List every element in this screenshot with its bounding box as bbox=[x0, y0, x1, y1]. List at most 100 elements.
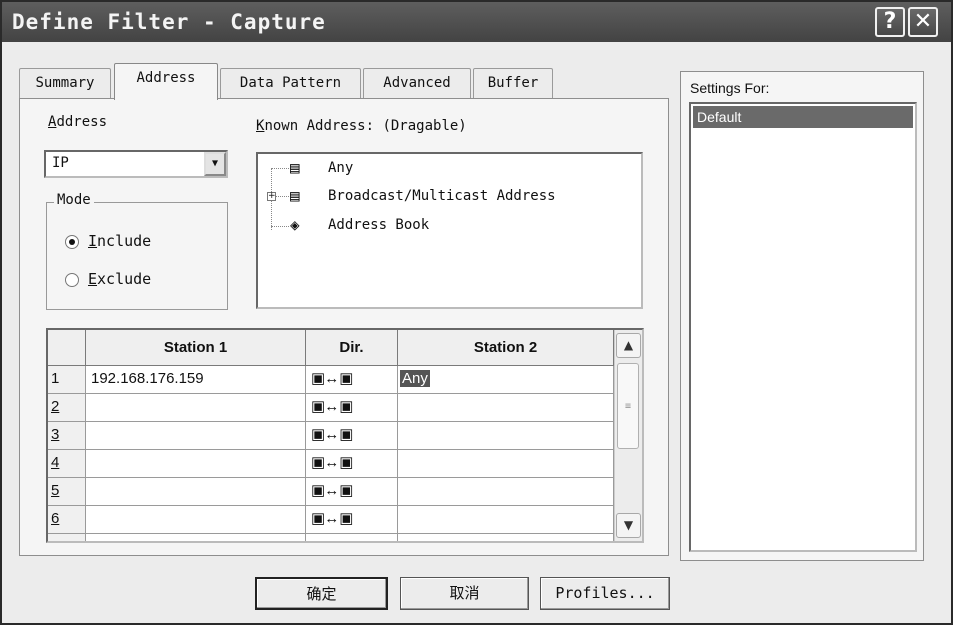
exclude-mnemonic: E bbox=[88, 270, 98, 288]
chevron-down-icon[interactable]: ▼ bbox=[204, 152, 226, 176]
help-button[interactable]: ? bbox=[875, 7, 905, 37]
define-filter-window: Define Filter - Capture ? ✕ Summary Addr… bbox=[0, 0, 953, 625]
tab-advanced-label: Advanced bbox=[383, 75, 451, 91]
station1-header[interactable]: Station 1 bbox=[86, 330, 306, 366]
station1-cell[interactable] bbox=[86, 534, 306, 541]
direction-cell[interactable]: ▣↔▣ bbox=[306, 478, 398, 506]
table-row[interactable]: 5 ▣↔▣ bbox=[48, 478, 614, 506]
station2-header[interactable]: Station 2 bbox=[398, 330, 614, 366]
row-number-text: 1 bbox=[51, 370, 60, 387]
include-radio-label[interactable]: Include bbox=[88, 232, 151, 250]
station2-cell[interactable] bbox=[398, 422, 614, 450]
grid-vertical-scrollbar[interactable]: ▲ ≡ ▼ bbox=[614, 330, 642, 541]
row-number: 1 bbox=[48, 366, 86, 394]
station2-cell[interactable] bbox=[398, 450, 614, 478]
station1-cell[interactable]: 192.168.176.159 bbox=[86, 366, 306, 394]
station-grid[interactable]: Station 1 Dir. Station 2 1 192.168.176.1… bbox=[46, 328, 644, 543]
direction-arrow: ↔ bbox=[324, 454, 340, 471]
address-label: Address bbox=[48, 114, 107, 130]
direction-arrow: ↔ bbox=[324, 510, 340, 527]
row-number-text: 4 bbox=[51, 454, 60, 471]
settings-item-default[interactable]: Default bbox=[693, 106, 913, 128]
direction-cell[interactable]: ▣↔▣ bbox=[306, 366, 398, 394]
exclude-radio[interactable] bbox=[65, 273, 79, 287]
exclude-radio-label[interactable]: Exclude bbox=[88, 270, 151, 288]
settings-for-list[interactable]: Default bbox=[689, 102, 917, 552]
close-button[interactable]: ✕ bbox=[908, 7, 938, 37]
mode-group-title: Mode bbox=[54, 192, 94, 208]
tree-item-any[interactable]: Any bbox=[328, 160, 353, 176]
tab-buffer-label: Buffer bbox=[487, 75, 539, 91]
direction-cell[interactable]: ▣↔▣ bbox=[306, 422, 398, 450]
title-bar[interactable]: Define Filter - Capture ? ✕ bbox=[2, 2, 951, 42]
cancel-button[interactable]: 取消 bbox=[400, 577, 529, 610]
tree-item-address-book[interactable]: Address Book bbox=[328, 217, 429, 233]
direction-cell[interactable]: ▣↔▣ bbox=[306, 506, 398, 534]
scroll-up-icon[interactable]: ▲ bbox=[616, 333, 641, 358]
address-type-select[interactable]: IP ▼ bbox=[44, 150, 228, 178]
include-radio[interactable] bbox=[65, 235, 79, 249]
computer-icon: ▣ bbox=[311, 426, 325, 443]
tree-line bbox=[271, 168, 289, 169]
table-row[interactable]: 2 ▣↔▣ bbox=[48, 394, 614, 422]
station1-cell[interactable] bbox=[86, 394, 306, 422]
tab-address-label: Address bbox=[136, 70, 196, 86]
tab-data-pattern-label: Data Pattern bbox=[239, 75, 342, 91]
tab-address[interactable]: Address bbox=[114, 63, 218, 100]
tab-summary[interactable]: Summary bbox=[19, 68, 111, 99]
tab-advanced[interactable]: Advanced bbox=[363, 68, 471, 99]
station2-cell[interactable] bbox=[398, 506, 614, 534]
network-station-icon: ▤ bbox=[290, 186, 300, 205]
table-row[interactable]: 6 ▣↔▣ bbox=[48, 506, 614, 534]
row-number: 6 bbox=[48, 506, 86, 534]
include-label-rest: nclude bbox=[97, 232, 152, 250]
station1-cell[interactable] bbox=[86, 422, 306, 450]
include-mnemonic: I bbox=[88, 232, 98, 250]
settings-for-label: Settings For: bbox=[690, 80, 770, 96]
station2-cell[interactable] bbox=[398, 478, 614, 506]
address-book-icon: ◈ bbox=[290, 215, 300, 234]
tree-item-broadcast-multicast[interactable]: Broadcast/Multicast Address bbox=[328, 188, 556, 204]
profiles-button[interactable]: Profiles... bbox=[540, 577, 670, 610]
direction-cell[interactable]: ▣↔▣ bbox=[306, 450, 398, 478]
tab-buffer[interactable]: Buffer bbox=[473, 68, 553, 99]
computer-icon: ▣ bbox=[311, 538, 325, 541]
computer-icon: ▣ bbox=[339, 538, 353, 541]
grid-corner-header bbox=[48, 330, 86, 366]
known-address-label: Known Address: (Dragable) bbox=[256, 118, 467, 134]
computer-icon: ▣ bbox=[339, 482, 353, 499]
tab-summary-label: Summary bbox=[35, 75, 95, 91]
known-address-tree[interactable]: + ▤ Any ▤ Broadcast/Multicast Address ◈ … bbox=[256, 152, 643, 309]
direction-arrow: ↔ bbox=[324, 426, 340, 443]
scroll-down-icon[interactable]: ▼ bbox=[616, 513, 641, 538]
direction-cell[interactable]: ▣↔▣ bbox=[306, 394, 398, 422]
direction-header[interactable]: Dir. bbox=[306, 330, 398, 366]
table-row[interactable]: 7 ▣↔▣ bbox=[48, 534, 614, 541]
ok-button[interactable]: 确定 bbox=[255, 577, 388, 610]
computer-icon: ▣ bbox=[339, 454, 353, 471]
row-number-text: 2 bbox=[51, 398, 60, 415]
station1-cell[interactable] bbox=[86, 478, 306, 506]
row-number: 3 bbox=[48, 422, 86, 450]
expand-plus-icon[interactable]: + bbox=[267, 192, 276, 201]
station2-cell[interactable] bbox=[398, 534, 614, 541]
direction-arrow: ↔ bbox=[324, 538, 339, 541]
row-number-text: 7 bbox=[51, 538, 59, 541]
station1-cell[interactable] bbox=[86, 450, 306, 478]
table-row[interactable]: 1 192.168.176.159 ▣↔▣ Any bbox=[48, 366, 614, 394]
computer-icon: ▣ bbox=[311, 482, 325, 499]
table-row[interactable]: 4 ▣↔▣ bbox=[48, 450, 614, 478]
station2-cell[interactable]: Any bbox=[398, 366, 614, 394]
station2-cell[interactable] bbox=[398, 394, 614, 422]
known-address-label-rest: nown Address: (Dragable) bbox=[264, 118, 467, 134]
mode-groupbox bbox=[46, 202, 228, 310]
station1-cell[interactable] bbox=[86, 506, 306, 534]
row-number-text: 6 bbox=[51, 510, 60, 527]
scrollbar-thumb[interactable]: ≡ bbox=[617, 363, 639, 449]
tab-data-pattern[interactable]: Data Pattern bbox=[220, 68, 361, 99]
direction-cell[interactable]: ▣↔▣ bbox=[306, 534, 398, 541]
computer-icon: ▣ bbox=[311, 510, 325, 527]
exclude-label-rest: xclude bbox=[97, 270, 152, 288]
table-row[interactable]: 3 ▣↔▣ bbox=[48, 422, 614, 450]
address-type-value: IP bbox=[52, 155, 69, 171]
